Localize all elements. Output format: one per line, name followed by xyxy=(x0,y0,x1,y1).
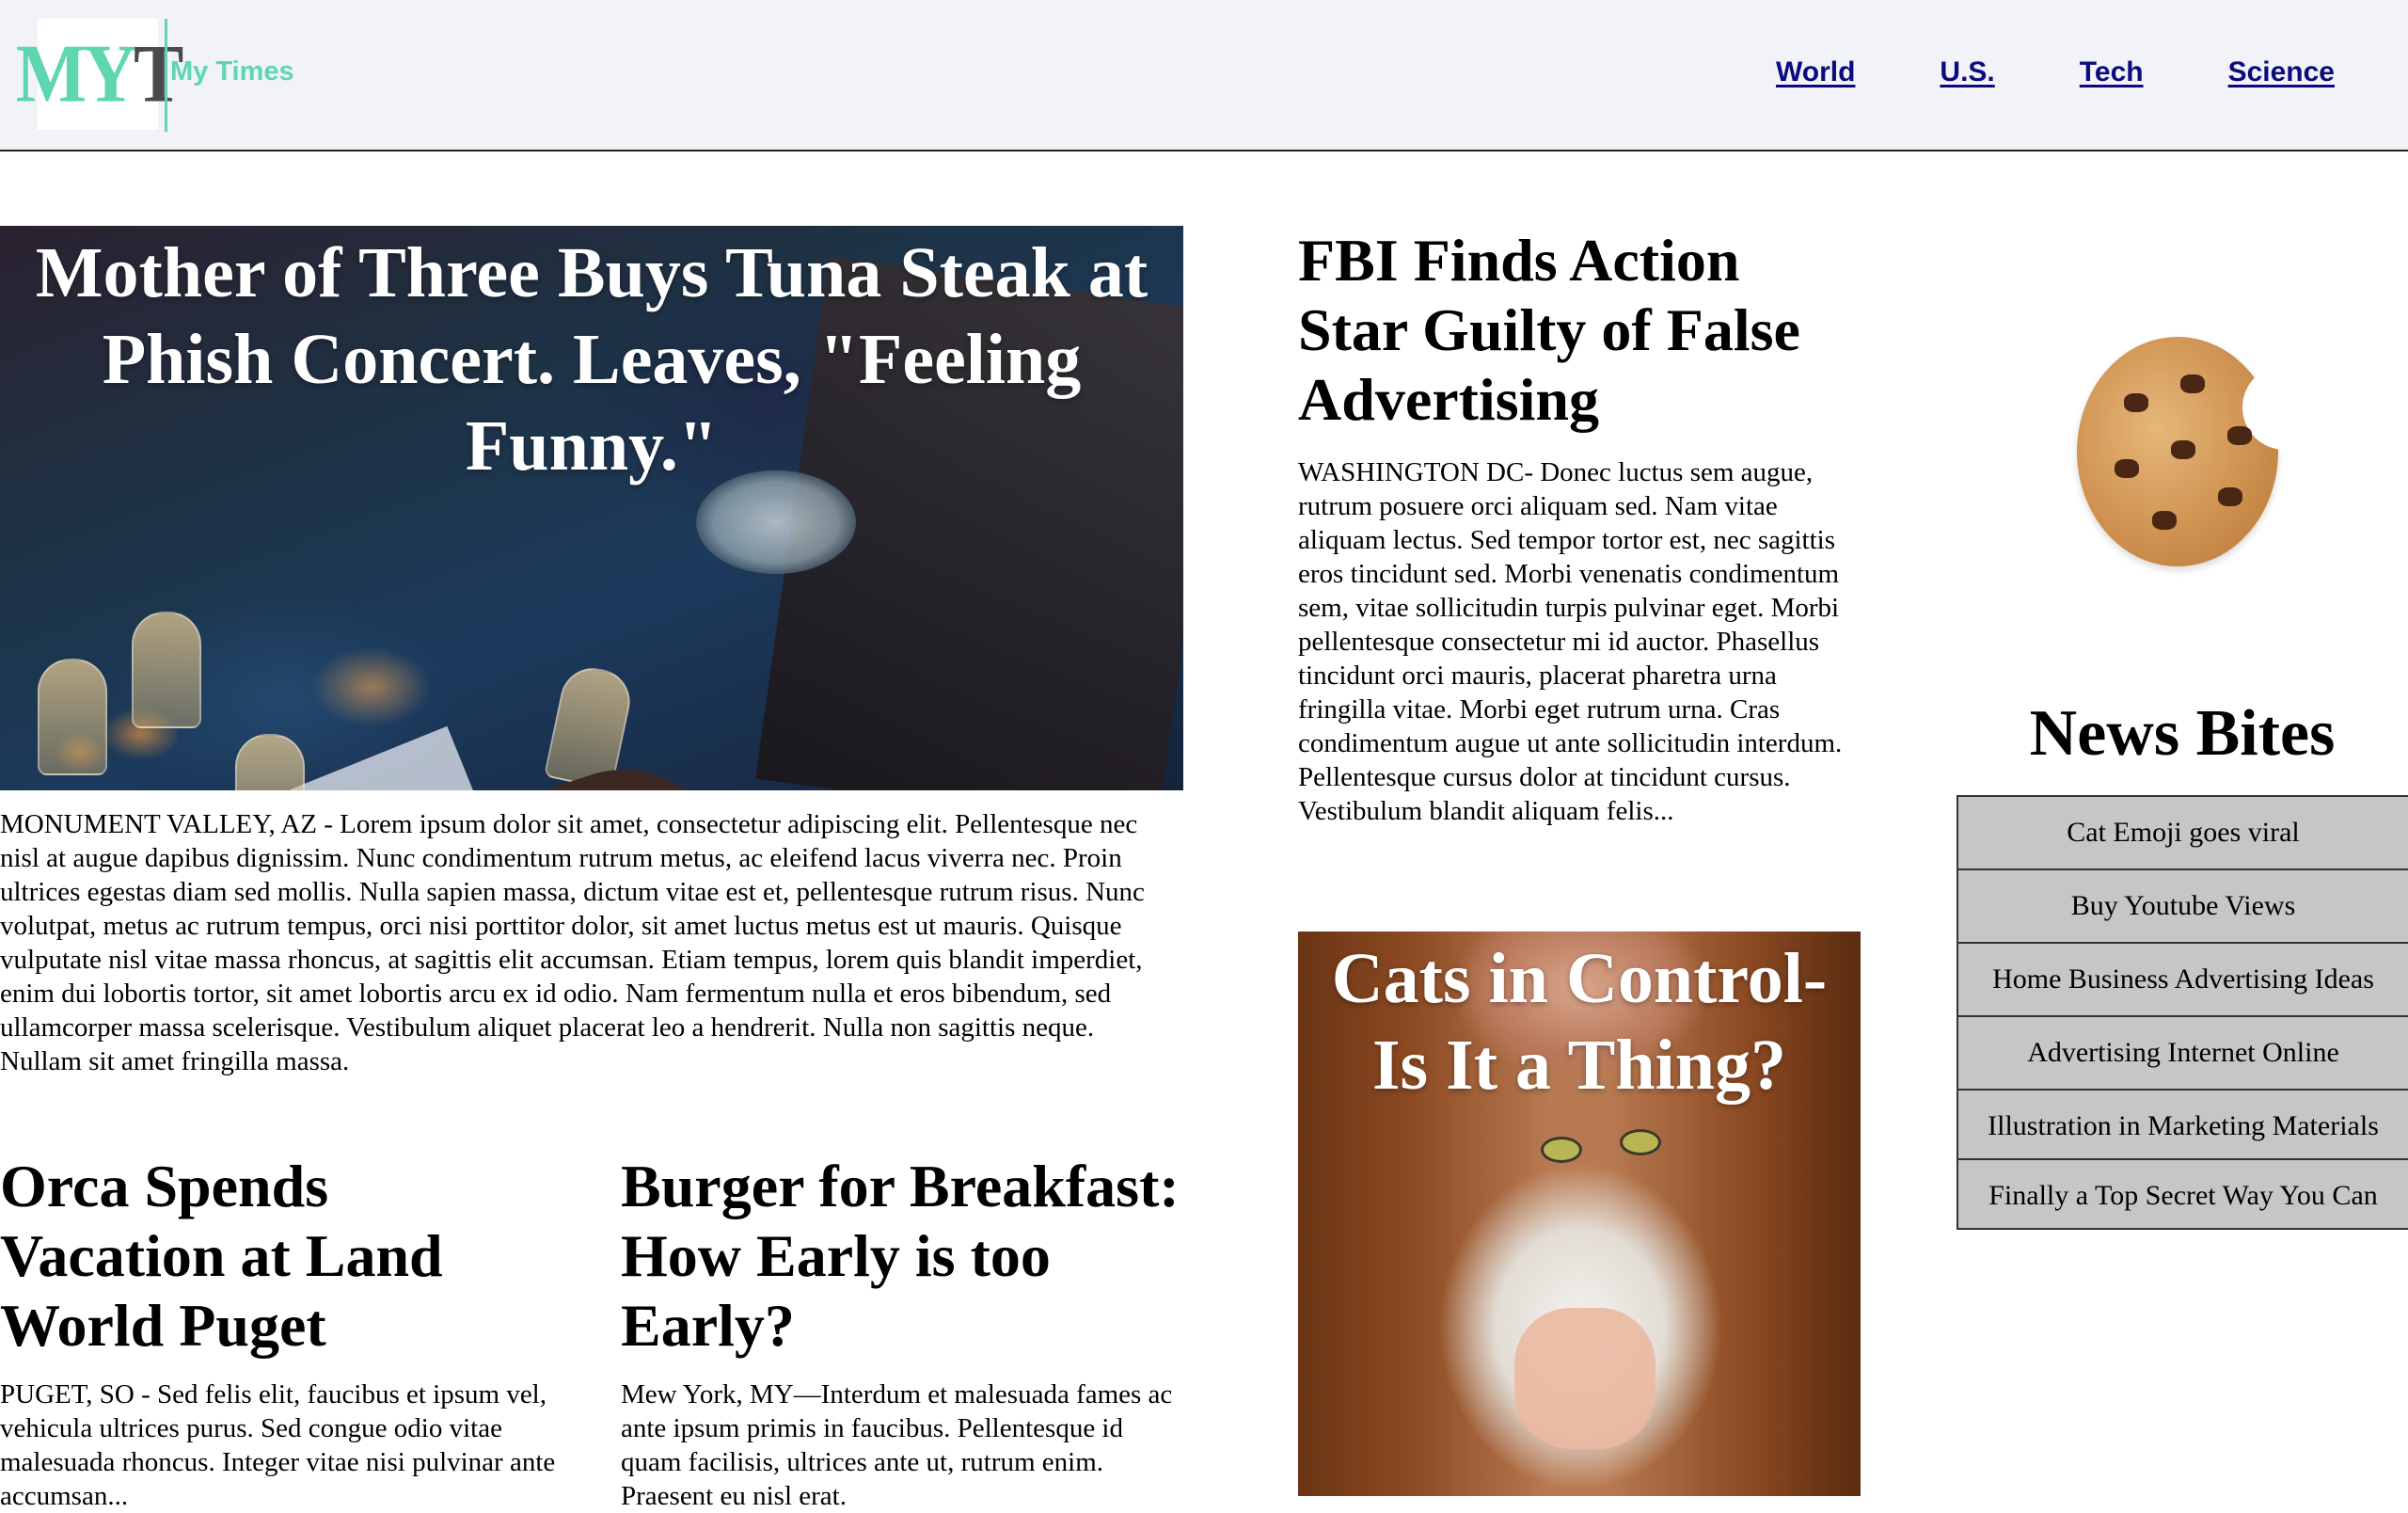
cat-image-eye xyxy=(1541,1137,1582,1163)
cookie-image xyxy=(2077,337,2327,566)
cookie-chip xyxy=(2180,374,2205,393)
site-header: MYT My Times World U.S. Tech Science xyxy=(0,0,2408,151)
news-bites-title: News Bites xyxy=(2029,697,2336,770)
cookie-chip xyxy=(2218,487,2242,506)
brand-name[interactable]: My Times xyxy=(170,56,294,88)
article-fbi: FBI Finds Action Star Guilty of False Ad… xyxy=(1298,226,1862,828)
article-burger: Burger for Breakfast: How Early is too E… xyxy=(621,1152,1185,1513)
news-bite-item[interactable]: Home Business Advertising Ideas xyxy=(1958,944,2408,1017)
cookie-chip xyxy=(2115,459,2139,478)
article-burger-body: Mew York, MY—Interdum et malesuada fames… xyxy=(621,1379,1173,1511)
cookie-chip xyxy=(2227,426,2252,445)
article-fbi-headline[interactable]: FBI Finds Action Star Guilty of False Ad… xyxy=(1298,226,1862,435)
logo[interactable]: MYT xyxy=(16,19,183,130)
hero-image[interactable]: Mother of Three Buys Tuna Steak at Phish… xyxy=(0,226,1183,790)
hero-image-glass xyxy=(132,612,201,728)
hero-image-glass xyxy=(235,734,305,790)
cat-image-hand xyxy=(1514,1308,1656,1449)
article-fbi-body: WASHINGTON DC- Donec luctus sem augue, r… xyxy=(1298,457,1843,826)
hero-image-glass xyxy=(38,659,107,775)
cookie-chip xyxy=(2152,511,2177,530)
nav-link-world[interactable]: World xyxy=(1776,56,1855,88)
cookie-chip xyxy=(2124,393,2148,412)
cat-image-eye xyxy=(1620,1129,1661,1155)
news-bite-item[interactable]: Advertising Internet Online xyxy=(1958,1017,2408,1091)
logo-divider xyxy=(165,19,167,132)
logo-mark: MYT xyxy=(15,28,184,120)
main-nav: World U.S. Tech Science xyxy=(1776,56,2335,88)
hero-image-napkin xyxy=(290,725,500,790)
nav-link-science[interactable]: Science xyxy=(2228,56,2335,88)
cats-feature-image[interactable]: Cats in Control- Is It a Thing? xyxy=(1298,932,1861,1496)
news-bite-item[interactable]: Cat Emoji goes viral xyxy=(1958,797,2408,870)
news-bite-item[interactable]: Finally a Top Secret Way You Can xyxy=(1958,1160,2408,1230)
cookie-chip xyxy=(2171,440,2195,459)
hero-article-body: MONUMENT VALLEY, AZ - Lorem ipsum dolor … xyxy=(0,809,1145,1076)
article-orca-body: PUGET, SO - Sed felis elit, faucibus et … xyxy=(0,1379,556,1511)
nav-link-us[interactable]: U.S. xyxy=(1940,56,1994,88)
article-orca-headline[interactable]: Orca Spends Vacation at Land World Puget xyxy=(0,1152,564,1361)
cookie-bite xyxy=(2242,365,2327,450)
cats-feature-headline[interactable]: Cats in Control- Is It a Thing? xyxy=(1298,932,1861,1108)
news-bite-item[interactable]: Buy Youtube Views xyxy=(1958,870,2408,944)
article-orca: Orca Spends Vacation at Land World Puget… xyxy=(0,1152,564,1513)
nav-link-tech[interactable]: Tech xyxy=(2080,56,2144,88)
news-bites-list: Cat Emoji goes viral Buy Youtube Views H… xyxy=(1956,795,2408,1230)
news-bite-item[interactable]: Illustration in Marketing Materials xyxy=(1958,1091,2408,1160)
hero-headline[interactable]: Mother of Three Buys Tuna Steak at Phish… xyxy=(0,226,1183,489)
article-burger-headline[interactable]: Burger for Breakfast: How Early is too E… xyxy=(621,1152,1185,1361)
